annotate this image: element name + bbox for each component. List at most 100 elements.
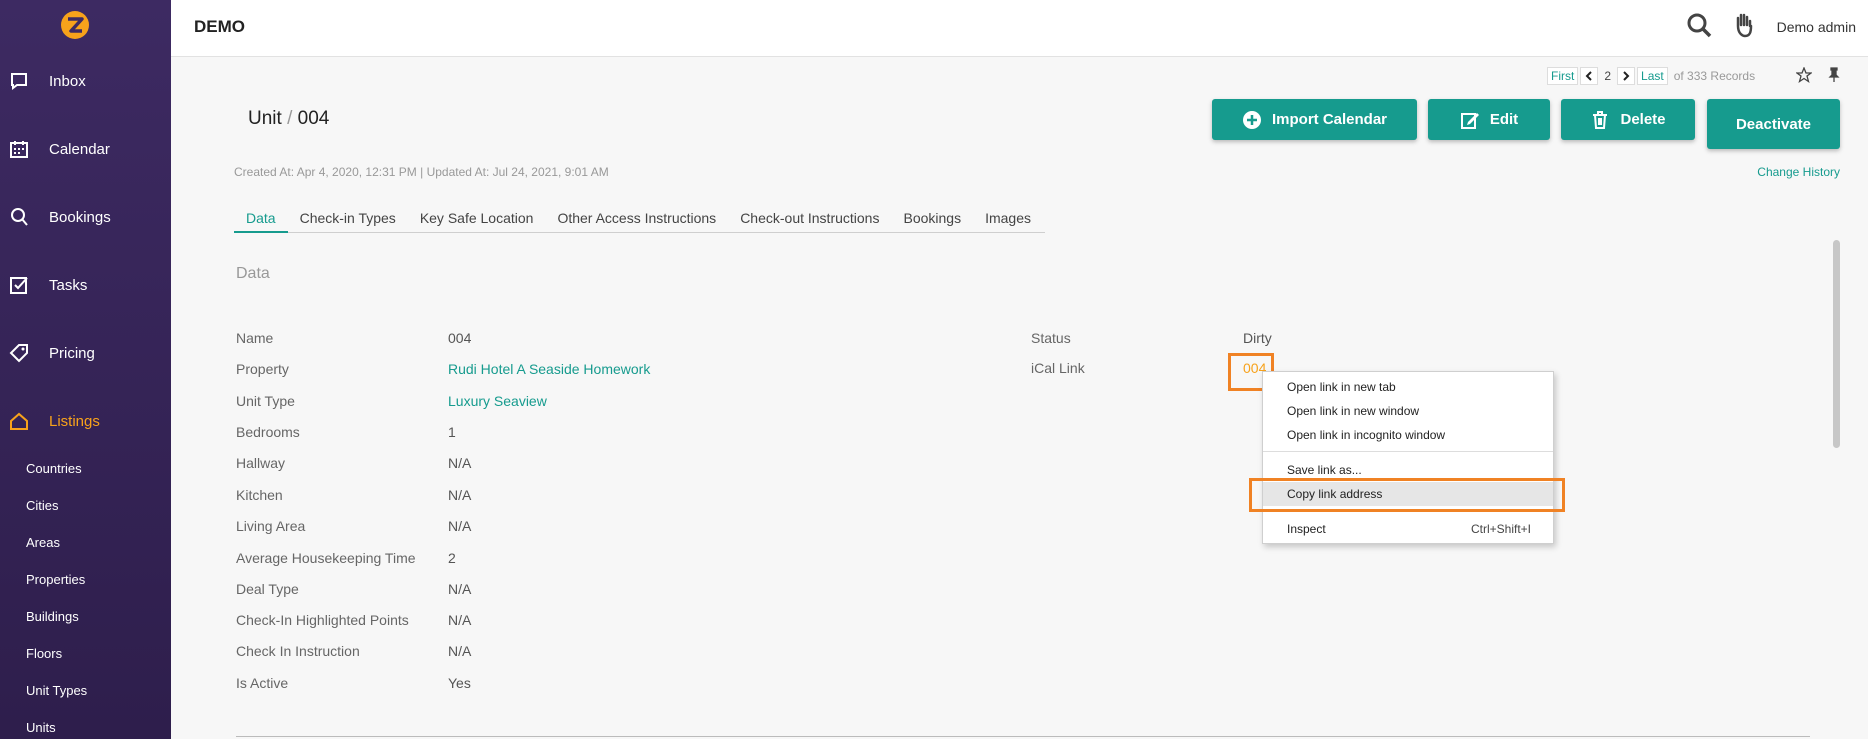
field-value: N/A	[448, 581, 472, 597]
search-icon[interactable]	[1686, 12, 1712, 38]
field-label: Name	[236, 330, 274, 346]
field-label: Kitchen	[236, 487, 283, 503]
import-calendar-button[interactable]: Import Calendar	[1212, 99, 1417, 140]
field-label: Check-In Highlighted Points	[236, 612, 409, 628]
star-icon[interactable]	[1796, 67, 1812, 83]
sidebar-subitem-unit-types[interactable]: Unit Types	[26, 683, 87, 698]
field-value: N/A	[448, 487, 472, 503]
pin-icon[interactable]	[1826, 67, 1842, 83]
field-value: 004	[448, 330, 472, 346]
tab-other-access-instructions[interactable]: Other Access Instructions	[545, 204, 728, 233]
pager-next[interactable]	[1617, 67, 1636, 85]
scrollbar-thumb[interactable]	[1833, 240, 1840, 448]
status-value: Dirty	[1243, 330, 1272, 346]
sidebar-subitem-areas[interactable]: Areas	[26, 535, 60, 550]
tab-data[interactable]: Data	[234, 204, 288, 233]
field-label: Average Housekeeping Time	[236, 550, 416, 566]
bookings-icon	[11, 208, 28, 226]
field-label: Unit Type	[236, 393, 295, 409]
property-link[interactable]: Rudi Hotel A Seaside Homework	[448, 361, 650, 377]
field-label: Bedrooms	[236, 424, 300, 440]
sidebar-subitem-buildings[interactable]: Buildings	[26, 609, 79, 624]
title-separator: /	[287, 108, 293, 129]
ctx-inspect-shortcut: Ctrl+Shift+I	[1470, 522, 1531, 536]
section-title: Data	[236, 265, 270, 282]
sidebar-item-label: Bookings	[49, 208, 111, 226]
import-calendar-label: Import Calendar	[1271, 111, 1388, 128]
page-actions	[1796, 67, 1842, 83]
edit-label: Edit	[1489, 111, 1519, 128]
tab-check-out-instructions[interactable]: Check-out Instructions	[728, 204, 891, 233]
field-label: Status	[1031, 330, 1071, 346]
tab-key-safe-location[interactable]: Key Safe Location	[408, 204, 546, 233]
sidebar-subitem-cities[interactable]: Cities	[26, 498, 59, 513]
highlight-copy-link	[1249, 478, 1565, 512]
pager-prev[interactable]	[1580, 67, 1599, 85]
calendar-icon	[10, 141, 28, 158]
delete-label: Delete	[1620, 111, 1666, 128]
sidebar-item-label: Inbox	[49, 72, 86, 90]
unit-type-link[interactable]: Luxury Seaview	[448, 393, 547, 409]
title-entity: Unit	[248, 108, 282, 129]
ctx-open-incognito[interactable]: Open link in incognito window	[1263, 423, 1553, 447]
pager-last[interactable]: Last	[1637, 67, 1668, 85]
sidebar-subitem-countries[interactable]: Countries	[26, 461, 82, 476]
field-label: iCal Link	[1031, 360, 1085, 376]
pager-first[interactable]: First	[1547, 67, 1579, 85]
sidebar-item-label: Tasks	[49, 276, 88, 294]
sidebar-item-listings[interactable]: Listings	[0, 396, 171, 446]
deactivate-button[interactable]: Deactivate	[1707, 99, 1840, 149]
field-label: Check In Instruction	[236, 643, 360, 659]
sidebar-item-tasks[interactable]: Tasks	[0, 260, 171, 310]
deactivate-label: Deactivate	[1735, 115, 1812, 133]
sidebar-item-bookings[interactable]: Bookings	[0, 192, 171, 242]
sidebar-subitem-floors[interactable]: Floors	[26, 646, 62, 661]
sidebar-item-label: Calendar	[49, 140, 110, 158]
field-value: Yes	[448, 675, 471, 691]
plus-circle-icon	[1242, 110, 1261, 129]
user-menu[interactable]: Demo admin	[1777, 19, 1856, 35]
sidebar-item-pricing[interactable]: Pricing	[0, 328, 171, 378]
field-label: Living Area	[236, 518, 306, 534]
tasks-icon	[10, 277, 28, 294]
ctx-open-new-tab[interactable]: Open link in new tab	[1263, 375, 1553, 399]
sidebar-subitem-properties[interactable]: Properties	[26, 572, 85, 587]
top-header: DEMO Demo admin	[171, 0, 1868, 57]
hand-icon[interactable]	[1731, 12, 1757, 38]
field-value: N/A	[448, 518, 472, 534]
title-name: 004	[297, 108, 330, 129]
field-label: Property	[236, 361, 289, 377]
sidebar-item-label: Pricing	[49, 344, 95, 362]
tab-images[interactable]: Images	[973, 204, 1043, 233]
field-value: N/A	[448, 455, 472, 471]
tab-bookings[interactable]: Bookings	[891, 204, 973, 233]
field-label: Hallway	[236, 455, 286, 471]
record-pager: First 2 Last of 333 Records	[1547, 67, 1755, 85]
sidebar-item-inbox[interactable]: Inbox	[0, 56, 171, 106]
sidebar-subitem-units[interactable]: Units	[26, 720, 56, 735]
trash-icon	[1593, 110, 1608, 129]
change-history-link[interactable]: Change History	[1757, 165, 1840, 179]
pager-current: 2	[1604, 69, 1612, 83]
ctx-separator	[1263, 451, 1553, 452]
tag-icon	[9, 344, 28, 363]
ctx-inspect[interactable]: Inspect Ctrl+Shift+I	[1263, 517, 1553, 541]
home-icon	[10, 412, 28, 430]
ctx-open-new-window[interactable]: Open link in new window	[1263, 399, 1553, 423]
sidebar: Inbox Calendar Bookings Tasks Pricing Li…	[0, 0, 171, 739]
context-menu: Open link in new tab Open link in new wi…	[1262, 371, 1554, 544]
edit-icon	[1460, 112, 1479, 129]
chevron-right-icon	[1623, 71, 1630, 81]
brand-logo-icon[interactable]	[60, 10, 90, 40]
chevron-left-icon	[1585, 71, 1593, 81]
sidebar-item-label: Listings	[49, 412, 100, 430]
chat-icon	[11, 73, 27, 90]
pager-total: of 333 Records	[1673, 69, 1756, 83]
tab-check-in-types[interactable]: Check-in Types	[288, 204, 408, 233]
field-value: N/A	[448, 643, 472, 659]
field-value: 1	[448, 424, 456, 440]
edit-button[interactable]: Edit	[1428, 99, 1550, 140]
delete-button[interactable]: Delete	[1561, 99, 1695, 140]
divider	[236, 736, 1810, 737]
sidebar-item-calendar[interactable]: Calendar	[0, 124, 171, 174]
